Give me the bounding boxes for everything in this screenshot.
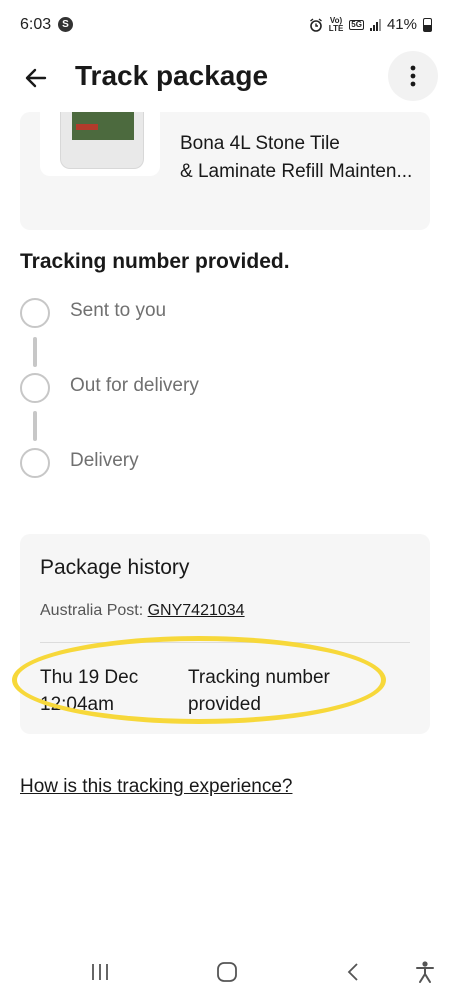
recent-apps-button[interactable] (80, 955, 120, 989)
carrier-row: Australia Post: GNY7421034 (40, 602, 245, 620)
highlight-annotation (12, 636, 386, 724)
recent-apps-icon (92, 964, 108, 980)
step-circle-icon (20, 298, 50, 328)
nav-back-button[interactable] (333, 955, 373, 989)
step-connector (33, 411, 37, 441)
product-card[interactable]: Bona 4L Stone Tile & Laminate Refill Mai… (20, 112, 430, 230)
back-arrow-icon (25, 68, 47, 88)
accessibility-button[interactable] (405, 955, 445, 989)
more-options-button[interactable] (388, 51, 438, 101)
notification-badge: S (58, 17, 73, 32)
alarm-icon (309, 17, 322, 32)
package-history-title: Package history (40, 556, 190, 579)
back-button[interactable] (14, 56, 58, 100)
status-bar: 6:03 S Vo) LTE 5G 41% (0, 0, 450, 50)
step-label: Out for delivery (70, 375, 199, 396)
step-delivery: Delivery (20, 448, 320, 480)
app-header: Track package (0, 50, 450, 106)
step-label: Sent to you (70, 300, 167, 321)
home-icon (217, 962, 237, 982)
system-nav-bar (0, 945, 450, 1000)
step-sent-to-you: Sent to you (20, 298, 320, 330)
step-connector (33, 337, 37, 367)
battery-percent: 41% (386, 16, 417, 33)
tracking-number-link[interactable]: GNY7421034 (148, 602, 245, 619)
step-circle-icon (20, 448, 50, 478)
product-title-line1: Bona 4L Stone Tile (180, 133, 340, 154)
product-image (40, 112, 160, 176)
feedback-link[interactable]: How is this tracking experience? (20, 776, 292, 798)
battery-icon (423, 17, 432, 32)
status-icons: Vo) LTE 5G 41% (309, 16, 432, 33)
step-out-for-delivery: Out for delivery (20, 373, 320, 405)
step-circle-icon (20, 373, 50, 403)
page-title: Track package (75, 60, 269, 91)
carrier-label: Australia Post: (40, 602, 144, 619)
tracking-status-heading: Tracking number provided. (20, 250, 290, 273)
product-title-line2: & Laminate Refill Mainten... (180, 161, 413, 182)
accessibility-icon (416, 961, 434, 983)
product-title: Bona 4L Stone Tile & Laminate Refill Mai… (180, 130, 430, 186)
volte-indicator: Vo) LTE (328, 15, 344, 33)
back-icon (347, 963, 358, 981)
signal-icon (369, 18, 381, 31)
step-label: Delivery (70, 450, 139, 471)
more-vertical-icon (410, 65, 416, 87)
home-button[interactable] (207, 955, 247, 989)
network-indicator: 5G (349, 19, 364, 30)
status-time: 6:03 (20, 16, 52, 33)
